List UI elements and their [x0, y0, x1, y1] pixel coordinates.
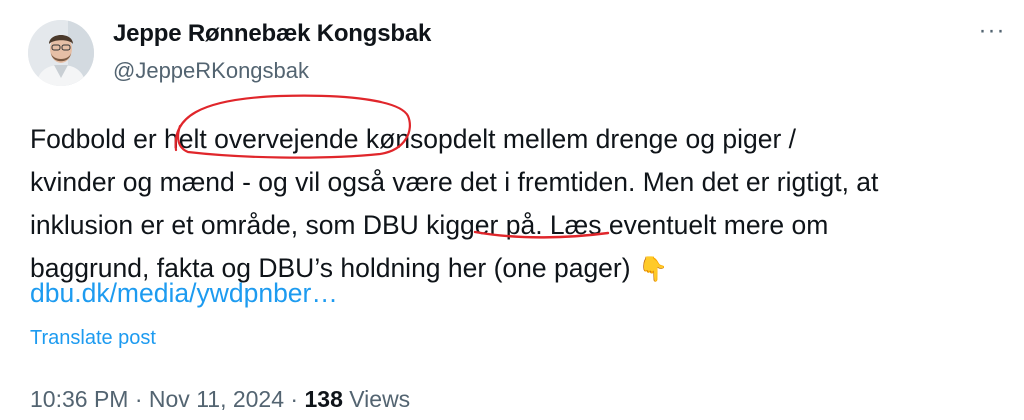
post-text: Fodbold er helt overvejende kønsopdelt m…	[30, 118, 990, 291]
post-meta: 10:36 PM · Nov 11, 2024 · 138 Views	[30, 386, 410, 413]
post-text-line: Fodbold er helt overvejende kønsopdelt m…	[30, 124, 797, 154]
meta-separator: ·	[134, 386, 143, 412]
post-link[interactable]: dbu.dk/media/ywdpnber…	[30, 278, 338, 309]
profile-photo-icon	[28, 20, 94, 86]
post-time[interactable]: 10:36 PM	[30, 386, 128, 412]
pointing-down-emoji-icon: 👇	[637, 256, 668, 283]
meta-separator: ·	[290, 386, 299, 412]
translate-post-button[interactable]: Translate post	[30, 327, 156, 350]
more-options-icon[interactable]: ···	[972, 16, 1012, 52]
author-display-name[interactable]: Jeppe Rønnebæk Kongsbak	[113, 20, 431, 48]
post-text-line: inklusion er et område, som DBU kigger p…	[30, 210, 829, 240]
views-count: 138	[304, 386, 343, 412]
post-date[interactable]: Nov 11, 2024	[149, 386, 284, 412]
views-label: Views	[349, 386, 411, 412]
author-handle[interactable]: @JeppeRKongsbak	[113, 58, 309, 84]
avatar[interactable]	[28, 20, 94, 86]
post-text-line: kvinder og mænd - og vil også være det i…	[30, 167, 879, 197]
